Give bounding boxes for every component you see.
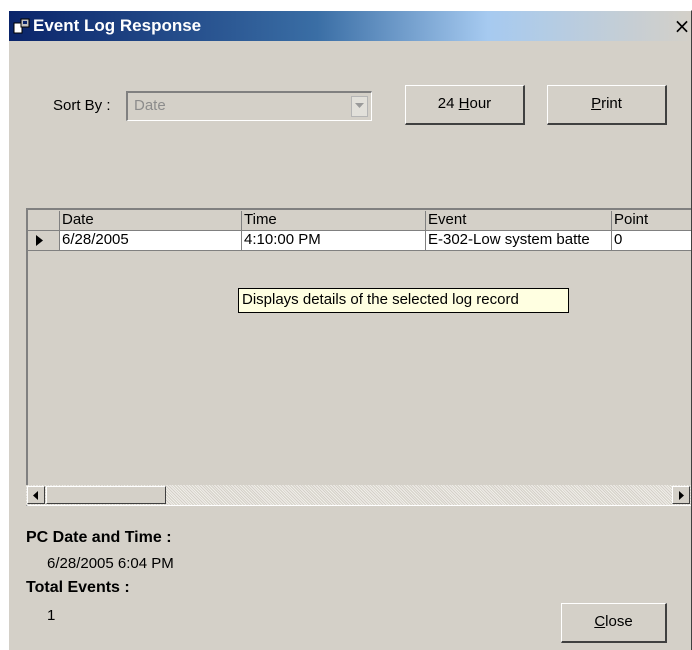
app-icon [13,18,30,34]
pc-date-time-value: 6/28/2005 6:04 PM [47,555,174,572]
row-selector[interactable] [28,231,60,251]
close-rest: lose [605,613,633,630]
close-mnemonic: C [594,613,606,630]
24-hour-mnemonic: H [458,95,470,112]
print-button[interactable]: Print [547,85,667,125]
cell-time[interactable]: 4:10:00 PM [242,231,426,251]
sort-by-label: Sort By : [53,97,111,114]
24-hour-rest: our [469,95,492,112]
column-header-point[interactable]: Point [612,211,691,231]
scroll-right-button[interactable] [672,486,690,504]
horizontal-scrollbar[interactable] [26,485,691,505]
row-details-tooltip: Displays details of the selected log rec… [238,288,569,313]
close-window-icon[interactable]: × [673,15,691,37]
dropdown-arrow-icon[interactable] [351,96,368,117]
scroll-thumb[interactable] [46,486,166,504]
scroll-right-icon [679,491,684,500]
print-mnemonic: P [591,95,602,112]
total-events-value: 1 [47,607,56,624]
title-bar[interactable]: Event Log Response × [9,11,691,41]
window-title: Event Log Response [33,16,202,35]
sort-by-dropdown[interactable]: Date [126,91,372,121]
cell-event[interactable]: E-302-Low system batte [426,231,612,251]
print-rest: rint [601,95,622,112]
24-hour-prefix: 24 [437,95,459,112]
scroll-left-icon [33,491,38,500]
event-log-dialog: Event Log Response × Sort By : Date 24 H… [8,10,692,650]
close-button[interactable]: Close [561,603,667,643]
total-events-label: Total Events : [26,579,130,596]
row-header-corner [28,211,60,231]
sort-by-value: Date [134,97,166,114]
cell-date[interactable]: 6/28/2005 [60,231,242,251]
event-log-grid[interactable]: Date Time Event Point 6/28/2005 4:10:00 … [26,208,691,506]
scroll-left-button[interactable] [27,486,45,504]
cell-point[interactable]: 0 [612,231,691,251]
current-row-arrow-icon [36,235,43,246]
column-header-date[interactable]: Date [60,211,242,231]
pc-date-time-label: PC Date and Time : [26,529,172,546]
24-hour-button[interactable]: 24 Hour [405,85,525,125]
column-header-event[interactable]: Event [426,211,612,231]
column-header-time[interactable]: Time [242,211,426,231]
